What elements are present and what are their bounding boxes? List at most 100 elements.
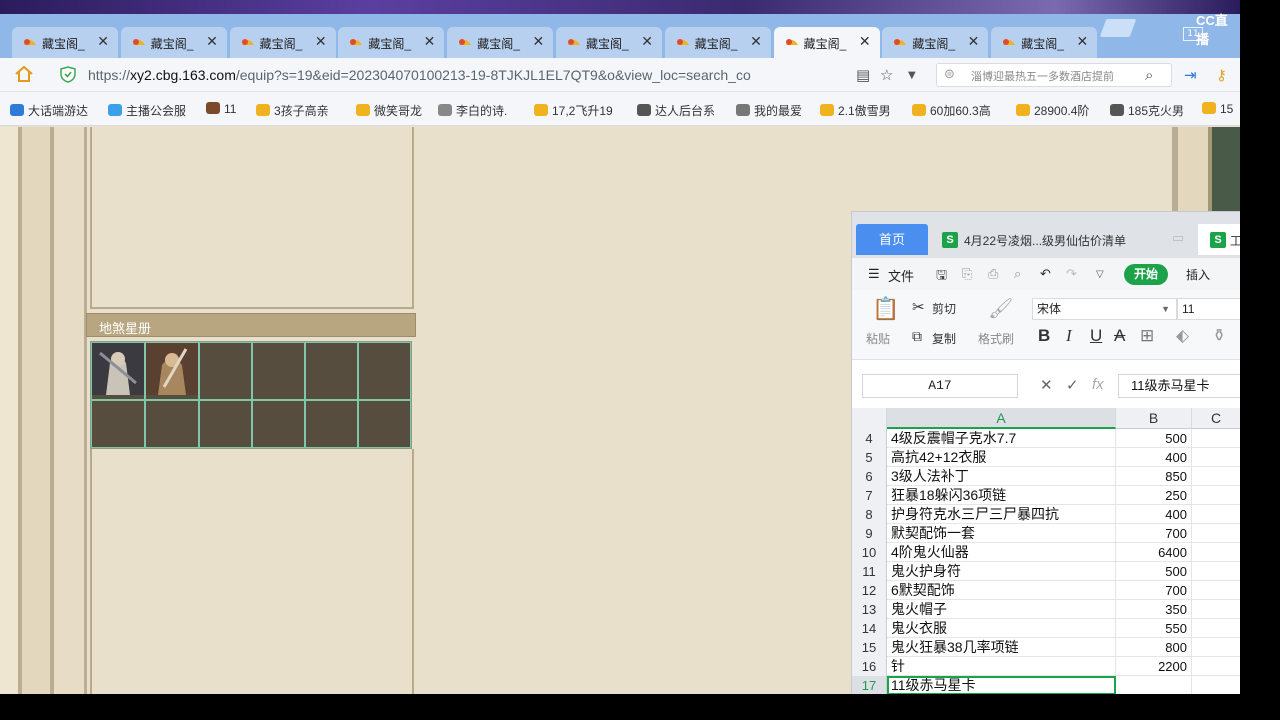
cell-item-name[interactable]: 护身符克水三尸三尸暴四抗 [887, 505, 1116, 524]
chevron-down-icon[interactable]: ▽ [1096, 269, 1104, 280]
menu-start[interactable]: 开始 [1124, 264, 1168, 285]
cell-price[interactable]: 700 [1116, 581, 1192, 600]
star-card-slot[interactable] [305, 400, 358, 448]
cell-price[interactable]: 400 [1116, 448, 1192, 467]
star-card-slot[interactable] [252, 342, 305, 400]
bookmark-item[interactable]: 60加60.3高 [912, 102, 991, 119]
row-number[interactable]: 15 [852, 638, 887, 657]
brush-icon[interactable]: 🖌 [988, 296, 1013, 321]
print-icon[interactable]: ⎙ [988, 266, 998, 282]
row-number[interactable]: 13 [852, 600, 887, 619]
bookmark-item[interactable]: 28900.4阶 [1016, 102, 1089, 119]
close-icon[interactable]: ▭ [1172, 230, 1184, 246]
preview-icon[interactable]: ⌕ [1014, 266, 1021, 282]
bookmark-item[interactable]: 达人后台系 [637, 102, 715, 119]
shield-icon[interactable] [60, 66, 76, 83]
row-number[interactable]: 12 [852, 581, 887, 600]
close-icon[interactable]: ✕ [641, 33, 653, 50]
row-number[interactable]: 10 [852, 543, 887, 562]
cell-item-name[interactable]: 4阶鬼火仙器 [887, 543, 1116, 562]
bookmark-item[interactable]: 2.1傲雪男 [820, 102, 891, 119]
browser-tab[interactable]: 藏宝阁_ ✕ [664, 27, 771, 58]
copy-button[interactable]: 复制 [932, 330, 956, 347]
cell-price[interactable] [1116, 676, 1192, 694]
cancel-icon[interactable]: ✕ [1040, 376, 1053, 394]
search-input[interactable]: ⊜ 淄博迎最热五一多数酒店提前 ⌕ [936, 63, 1172, 87]
cell-price[interactable]: 350 [1116, 600, 1192, 619]
cell-item-name[interactable]: 鬼火衣服 [887, 619, 1116, 638]
italic-button[interactable]: I [1066, 326, 1072, 346]
star-card-slot[interactable] [145, 342, 199, 400]
cell-item-name[interactable]: 鬼火狂暴38几率项链 [887, 638, 1116, 657]
close-icon[interactable]: ✕ [750, 33, 762, 50]
cell-item-name[interactable]: 针 [887, 657, 1116, 676]
tab-document-2[interactable]: S 工 [1198, 224, 1240, 255]
bookmark-item[interactable]: 主播公会服 [108, 102, 186, 119]
tab-document[interactable]: S 4月22号凌烟...级男仙估价清单 ▭ [934, 224, 1192, 255]
cell-price[interactable]: 700 [1116, 524, 1192, 543]
browser-tab[interactable]: 藏宝阁_ ✕ [556, 27, 662, 58]
star-card-slot[interactable] [358, 400, 411, 448]
row-number[interactable]: 5 [852, 448, 887, 467]
close-icon[interactable]: ✕ [206, 33, 218, 50]
name-box[interactable]: A17 [862, 374, 1018, 398]
row-number[interactable]: 14 [852, 619, 887, 638]
column-header-a[interactable]: A [887, 408, 1116, 429]
close-icon[interactable]: ✕ [859, 33, 871, 50]
strikethrough-button[interactable]: A [1114, 326, 1125, 346]
underline-button[interactable]: U [1090, 326, 1102, 346]
cell-price[interactable]: 400 [1116, 505, 1192, 524]
cell-price[interactable]: 800 [1116, 638, 1192, 657]
close-icon[interactable]: ✕ [968, 33, 980, 50]
column-header-c[interactable]: C [1192, 408, 1240, 429]
cell-item-name[interactable]: 高抗42+12衣服 [887, 448, 1116, 467]
close-icon[interactable]: ✕ [532, 33, 544, 50]
home-icon[interactable] [14, 65, 34, 83]
cell-item-name[interactable]: 鬼火帽子 [887, 600, 1116, 619]
cut-button[interactable]: 剪切 [932, 300, 956, 317]
function-icon[interactable]: fx [1092, 376, 1104, 393]
font-color-icon[interactable]: ⚱ [1212, 326, 1226, 346]
cell-item-name[interactable]: 狂暴18躲闪36项链 [887, 486, 1116, 505]
row-number[interactable]: 8 [852, 505, 887, 524]
cell-price[interactable]: 850 [1116, 467, 1192, 486]
browser-tab[interactable]: 藏宝阁_ ✕ [991, 27, 1098, 58]
bookmark-item[interactable]: 李白的诗. [438, 102, 507, 119]
browser-tab[interactable]: 藏宝阁_ ✕ [12, 27, 118, 58]
cell-price[interactable]: 6400 [1116, 543, 1192, 562]
scissors-icon[interactable]: ✂ [912, 298, 925, 316]
redo-icon[interactable]: ↷ [1066, 266, 1077, 282]
cell-price[interactable]: 250 [1116, 486, 1192, 505]
menu-file[interactable]: 文件 [888, 266, 914, 285]
paste-icon[interactable]: 📋 [872, 296, 899, 322]
star-icon[interactable]: ☆ [880, 66, 893, 84]
browser-tab[interactable]: 藏宝阁_ ✕ [120, 27, 227, 58]
bookmark-item[interactable]: 大话端游达 [10, 102, 88, 119]
star-card-slot[interactable] [305, 342, 358, 400]
font-size-select[interactable]: 11 [1177, 298, 1240, 320]
copy-icon[interactable]: ⧉ [912, 328, 922, 345]
sidebar-icon[interactable]: ⇥ [1184, 66, 1197, 84]
search-icon[interactable]: ⌕ [1145, 66, 1153, 84]
column-header-b[interactable]: B [1116, 408, 1192, 429]
close-icon[interactable]: ✕ [315, 33, 327, 50]
url-input[interactable]: https://xy2.cbg.163.com/equip?s=19&eid=2… [88, 67, 751, 83]
close-icon[interactable]: ✕ [424, 33, 436, 50]
tab-home[interactable]: 首页 [856, 224, 928, 255]
star-card-slot[interactable] [145, 400, 199, 448]
save-icon[interactable]: 🖫 [936, 266, 947, 288]
cell-price[interactable]: 500 [1116, 562, 1192, 581]
undo-icon[interactable]: ↶ [1040, 266, 1051, 282]
cell-item-name[interactable]: 默契配饰一套 [887, 524, 1116, 543]
browser-tab[interactable]: 藏宝阁_ ✕ [229, 27, 336, 58]
bookmark-item[interactable]: 15 [1202, 102, 1233, 116]
close-icon[interactable]: ✕ [97, 33, 109, 50]
star-card-slot[interactable] [252, 400, 305, 448]
menu-insert[interactable]: 插入 [1186, 266, 1210, 283]
chevron-down-icon[interactable]: ▼ [908, 70, 916, 81]
cell-price[interactable]: 500 [1116, 429, 1192, 448]
paste-button[interactable]: 粘贴 [866, 330, 890, 347]
bookmark-item[interactable]: 11 [206, 102, 236, 116]
cell-item-name[interactable]: 3级人法补丁 [887, 467, 1116, 486]
formula-bar[interactable]: 11级赤马星卡 [1118, 374, 1240, 398]
